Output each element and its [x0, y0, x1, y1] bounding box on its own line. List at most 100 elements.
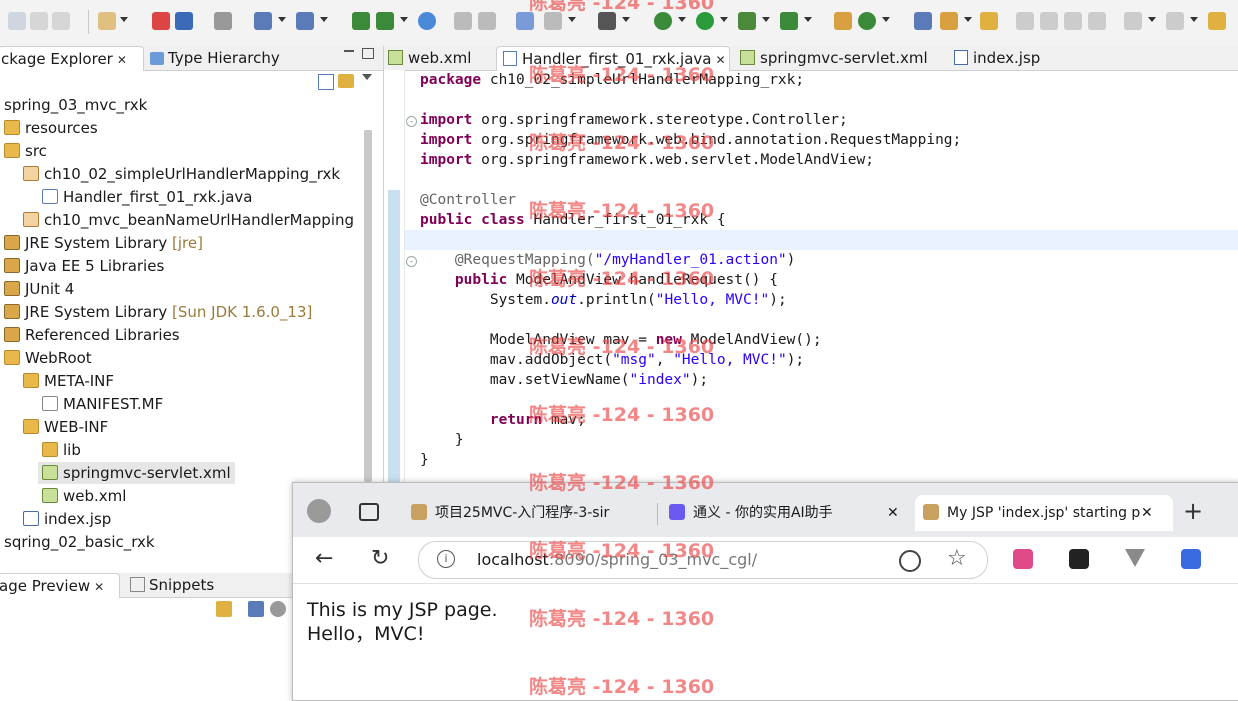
back-arrow-icon[interactable]: ←: [315, 547, 333, 571]
code-line[interactable]: package ch10_02_simpleUrlHandlerMapping_…: [420, 70, 804, 90]
mark-icon[interactable]: [940, 12, 958, 30]
code-line[interactable]: ModelAndView mav = new ModelAndView();: [420, 330, 822, 350]
web-wizard-icon[interactable]: [296, 12, 314, 30]
camera-icon[interactable]: [598, 12, 616, 30]
save-all-icon[interactable]: [52, 12, 70, 30]
site-info-icon[interactable]: i: [437, 550, 455, 568]
last-edit-icon[interactable]: [1208, 12, 1226, 30]
tree-item-web-inf[interactable]: WEB-INF: [23, 416, 108, 438]
reload-icon[interactable]: ↻: [371, 547, 389, 571]
close-icon[interactable]: ✕: [716, 53, 726, 67]
view-menu-icon[interactable]: [362, 74, 372, 80]
explorer-scrollbar[interactable]: [364, 130, 372, 482]
dropdown-arrow-icon[interactable]: [568, 17, 576, 22]
address-bar[interactable]: i localhost:8090/spring_03_mvc_cgl/ ☆: [418, 541, 988, 579]
favorite-star-icon[interactable]: ☆: [947, 546, 967, 571]
paragraph-icon[interactable]: [1088, 12, 1106, 30]
zoom-icon[interactable]: [270, 601, 286, 617]
tree-item-src[interactable]: src: [4, 140, 47, 162]
tab-springmvc-servlet[interactable]: springmvc-servlet.xml: [740, 46, 930, 70]
tab-web-xml[interactable]: web.xml: [388, 46, 492, 70]
prev-annotation-icon[interactable]: [1166, 12, 1184, 30]
browser-tab-jsp[interactable]: My JSP 'index.jsp' starting p ✕: [915, 495, 1173, 531]
browser-tab-tongyi[interactable]: 通义 - 你的实用AI助手 ✕: [665, 495, 913, 531]
open-task-icon[interactable]: [914, 12, 932, 30]
dropdown-arrow-icon[interactable]: [320, 17, 328, 22]
server-icon[interactable]: [152, 12, 170, 30]
code-line[interactable]: public ModelAndView handleRequest() {: [420, 270, 778, 290]
tab-snippets[interactable]: Snippets: [130, 573, 220, 597]
tree-item-webroot[interactable]: WebRoot: [4, 347, 92, 369]
new-wizard-icon[interactable]: [98, 12, 116, 30]
tab-type-hierarchy[interactable]: Type Hierarchy: [150, 46, 285, 70]
tab-actions-icon[interactable]: [359, 503, 379, 521]
open-folder-icon[interactable]: [980, 12, 998, 30]
next-annotation-icon[interactable]: [1124, 12, 1142, 30]
tree-item-junit[interactable]: JUnit 4: [4, 278, 74, 300]
dropdown-arrow-icon[interactable]: [720, 17, 728, 22]
new-icon[interactable]: [8, 12, 26, 30]
dropdown-arrow-icon[interactable]: [804, 17, 812, 22]
tab-package-explorer[interactable]: ckage Explorer ✕: [0, 46, 144, 71]
zoom-fit-icon[interactable]: [248, 601, 264, 617]
translate-extension-icon[interactable]: [1013, 549, 1033, 569]
dropdown-arrow-icon[interactable]: [622, 17, 630, 22]
tree-item-project-2[interactable]: sqring_02_basic_rxk: [4, 531, 155, 553]
code-line[interactable]: @RequestMapping("/myHandler_01.action"): [420, 250, 796, 270]
back-nav-icon[interactable]: [454, 12, 472, 30]
deploy-icon[interactable]: [175, 12, 193, 30]
new-java-icon[interactable]: [858, 12, 876, 30]
code-line[interactable]: }: [420, 450, 429, 470]
open-resource-icon[interactable]: [376, 12, 394, 30]
edge-sync-icon[interactable]: [899, 550, 921, 572]
pin-icon[interactable]: [1016, 12, 1034, 30]
dropdown-arrow-icon[interactable]: [678, 17, 686, 22]
code-line[interactable]: import org.springframework.web.bind.anno…: [420, 130, 961, 150]
db-icon[interactable]: [516, 12, 534, 30]
tree-item-jre-library-sun[interactable]: JRE System Library [Sun JDK 1.6.0_13]: [4, 301, 312, 323]
open-type-icon[interactable]: [352, 12, 370, 30]
profile-avatar-icon[interactable]: [307, 499, 331, 523]
link-editor-icon[interactable]: [338, 74, 354, 88]
debug-icon[interactable]: [654, 12, 672, 30]
tree-item-javaee-library[interactable]: Java EE 5 Libraries: [4, 255, 164, 277]
code-line[interactable]: import org.springframework.stereotype.Co…: [420, 110, 848, 130]
tab-handler-java[interactable]: Handler_first_01_rxk.java ✕: [496, 46, 730, 71]
fold-toggle-icon[interactable]: -: [406, 116, 417, 127]
tree-item-package[interactable]: ch10_mvc_beanNameUrlHandlerMapping: [23, 209, 354, 231]
save-icon[interactable]: [30, 12, 48, 30]
dropdown-arrow-icon[interactable]: [964, 17, 972, 22]
vue-devtools-icon[interactable]: [1125, 549, 1145, 567]
maximize-icon[interactable]: [362, 48, 374, 59]
block-icon[interactable]: [1064, 12, 1082, 30]
tree-item-meta-inf[interactable]: META-INF: [23, 370, 114, 392]
build-icon[interactable]: [214, 12, 232, 30]
new-class-icon[interactable]: [834, 12, 852, 30]
tree-item-springmvc-servlet[interactable]: springmvc-servlet.xml: [38, 462, 235, 484]
tree-item-java-file[interactable]: Handler_first_01_rxk.java: [42, 186, 253, 208]
external-tools-icon[interactable]: [780, 12, 798, 30]
tab-index-jsp[interactable]: index.jsp: [954, 46, 1054, 70]
run-icon[interactable]: [696, 12, 714, 30]
tree-item-project[interactable]: spring_03_mvc_rxk: [4, 94, 147, 116]
dropdown-arrow-icon[interactable]: [400, 17, 408, 22]
dropdown-arrow-icon[interactable]: [1148, 17, 1156, 22]
close-icon[interactable]: ✕: [94, 580, 104, 594]
close-icon[interactable]: ✕: [1141, 495, 1153, 531]
dropdown-arrow-icon[interactable]: [762, 17, 770, 22]
code-line[interactable]: }: [420, 430, 464, 450]
globe-icon[interactable]: [418, 12, 436, 30]
extension-icon[interactable]: [1181, 549, 1201, 569]
close-icon[interactable]: ✕: [117, 53, 127, 67]
dropdown-arrow-icon[interactable]: [120, 17, 128, 22]
extension-icon[interactable]: [1069, 549, 1089, 569]
tree-item-package[interactable]: ch10_02_simpleUrlHandlerMapping_rxk: [23, 163, 340, 185]
dropdown-arrow-icon[interactable]: [278, 17, 286, 22]
dropdown-arrow-icon[interactable]: [882, 17, 890, 22]
dropdown-arrow-icon[interactable]: [1190, 17, 1198, 22]
code-line[interactable]: import org.springframework.web.servlet.M…: [420, 150, 874, 170]
tab-page-preview[interactable]: age Preview ✕: [0, 573, 120, 598]
code-line[interactable]: mav.setViewName("index");: [420, 370, 708, 390]
tree-item-resources[interactable]: resources: [4, 117, 98, 139]
collapse-all-icon[interactable]: [318, 74, 334, 90]
